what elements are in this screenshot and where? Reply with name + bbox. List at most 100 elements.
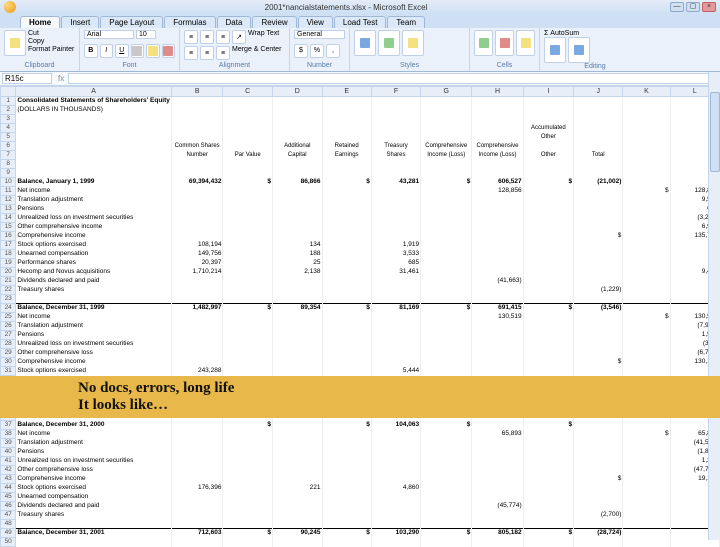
column-header-J[interactable]: J xyxy=(574,87,623,97)
cell[interactable] xyxy=(223,493,273,502)
cell[interactable] xyxy=(171,421,223,430)
font-name[interactable]: Arial xyxy=(84,30,134,39)
cell[interactable] xyxy=(371,115,420,124)
cell[interactable] xyxy=(574,448,623,457)
cell[interactable] xyxy=(523,97,573,106)
cell[interactable]: 805,182 xyxy=(472,529,523,538)
row-31[interactable]: 31Stock options exercised243,2885,444 xyxy=(1,367,720,376)
row-13[interactable]: 13Pensions614 xyxy=(1,205,720,214)
cell[interactable] xyxy=(371,295,420,304)
cell[interactable] xyxy=(371,106,420,115)
cell[interactable] xyxy=(421,115,472,124)
row-header[interactable]: 8 xyxy=(1,160,16,169)
cell[interactable] xyxy=(574,259,623,268)
percent-button[interactable]: % xyxy=(310,44,324,58)
row-10[interactable]: 10Balance, January 1, 199969,394,432$86,… xyxy=(1,178,720,187)
minimize-button[interactable]: — xyxy=(670,2,684,12)
column-header-G[interactable]: G xyxy=(421,87,472,97)
cell[interactable] xyxy=(623,493,670,502)
cell[interactable] xyxy=(421,196,472,205)
tab-insert[interactable]: Insert xyxy=(61,16,99,28)
cell[interactable] xyxy=(472,475,523,484)
cell-A18[interactable]: Unearned compensation xyxy=(16,250,172,259)
cell[interactable] xyxy=(421,493,472,502)
cell[interactable] xyxy=(322,115,371,124)
cell[interactable] xyxy=(223,115,273,124)
cell[interactable]: 89,354 xyxy=(272,304,322,313)
cell[interactable] xyxy=(574,214,623,223)
row-40[interactable]: 40Pensions(1,825) xyxy=(1,448,720,457)
column-header-D[interactable]: D xyxy=(272,87,322,97)
cell-A27[interactable]: Pensions xyxy=(16,331,172,340)
row-header[interactable]: 9 xyxy=(1,169,16,178)
cell[interactable] xyxy=(623,421,670,430)
row-20[interactable]: 20Hecomp and Novus acquisitions1,710,214… xyxy=(1,268,720,277)
cell[interactable]: (45,774) xyxy=(472,502,523,511)
cell[interactable] xyxy=(421,475,472,484)
cell[interactable] xyxy=(171,286,223,295)
row-44[interactable]: 44Stock options exercised176,3962214,860 xyxy=(1,484,720,493)
cell[interactable] xyxy=(272,322,322,331)
cell[interactable] xyxy=(272,349,322,358)
row-45[interactable]: 45Unearned compensation xyxy=(1,493,720,502)
cell[interactable] xyxy=(223,439,273,448)
cell[interactable] xyxy=(623,502,670,511)
row-header[interactable]: 20 xyxy=(1,268,16,277)
row-23[interactable]: 23 xyxy=(1,295,720,304)
cell[interactable]: 1,919 xyxy=(371,241,420,250)
cell-A12[interactable]: Translation adjustment xyxy=(16,196,172,205)
cell[interactable] xyxy=(574,205,623,214)
cell[interactable] xyxy=(623,331,670,340)
row-header[interactable]: 47 xyxy=(1,511,16,520)
cell[interactable] xyxy=(574,295,623,304)
cell-A49[interactable]: Balance, December 31, 2001 xyxy=(16,529,172,538)
cell[interactable] xyxy=(421,259,472,268)
cell[interactable] xyxy=(472,106,523,115)
cell[interactable] xyxy=(171,214,223,223)
cell[interactable] xyxy=(574,268,623,277)
cell[interactable] xyxy=(421,439,472,448)
row-header[interactable]: 19 xyxy=(1,259,16,268)
align-top-button[interactable]: ≡ xyxy=(184,30,198,44)
cell[interactable] xyxy=(272,493,322,502)
cell[interactable]: (41,663) xyxy=(472,277,523,286)
cell[interactable] xyxy=(322,169,371,178)
row-30[interactable]: 30Comprehensive income$130,126 xyxy=(1,358,720,367)
name-box[interactable]: R15c xyxy=(2,73,52,84)
row-header[interactable]: 12 xyxy=(1,196,16,205)
row-24[interactable]: 24Balance, December 31, 19991,482,997$89… xyxy=(1,304,720,313)
cell[interactable] xyxy=(574,106,623,115)
cell[interactable] xyxy=(322,502,371,511)
wrap-text-button[interactable]: Wrap Text xyxy=(248,30,279,44)
row-header[interactable]: 13 xyxy=(1,205,16,214)
cell[interactable] xyxy=(322,439,371,448)
cell[interactable] xyxy=(574,241,623,250)
cell[interactable] xyxy=(623,367,670,376)
cell-A43[interactable]: Comprehensive income xyxy=(16,475,172,484)
row-header[interactable]: 21 xyxy=(1,277,16,286)
cell[interactable] xyxy=(472,466,523,475)
row-header[interactable]: 49 xyxy=(1,529,16,538)
row-6[interactable]: 6Common SharesAdditionalRetainedTreasury… xyxy=(1,142,720,151)
cell[interactable] xyxy=(421,214,472,223)
cell[interactable] xyxy=(523,169,573,178)
cell[interactable] xyxy=(322,160,371,169)
row-47[interactable]: 47Treasury shares(2,700) xyxy=(1,511,720,520)
cell[interactable] xyxy=(574,367,623,376)
cell[interactable]: $ xyxy=(223,421,273,430)
cell[interactable] xyxy=(223,169,273,178)
cell[interactable] xyxy=(322,367,371,376)
spreadsheet-grid[interactable]: ABCDEFGHIJKL1Consolidated Statements of … xyxy=(0,86,720,547)
cell[interactable]: (1,229) xyxy=(574,286,623,295)
row-header[interactable]: 5 xyxy=(1,133,16,142)
cell-A14[interactable]: Unrealized loss on investment securities xyxy=(16,214,172,223)
cell[interactable] xyxy=(623,250,670,259)
cell[interactable]: (2,700) xyxy=(574,511,623,520)
cell[interactable]: 86,866 xyxy=(272,178,322,187)
cell[interactable] xyxy=(371,466,420,475)
cell[interactable] xyxy=(623,475,670,484)
cell[interactable] xyxy=(371,313,420,322)
row-14[interactable]: 14Unrealized loss on investment securiti… xyxy=(1,214,720,223)
cell[interactable] xyxy=(171,340,223,349)
cell[interactable]: $ xyxy=(523,178,573,187)
